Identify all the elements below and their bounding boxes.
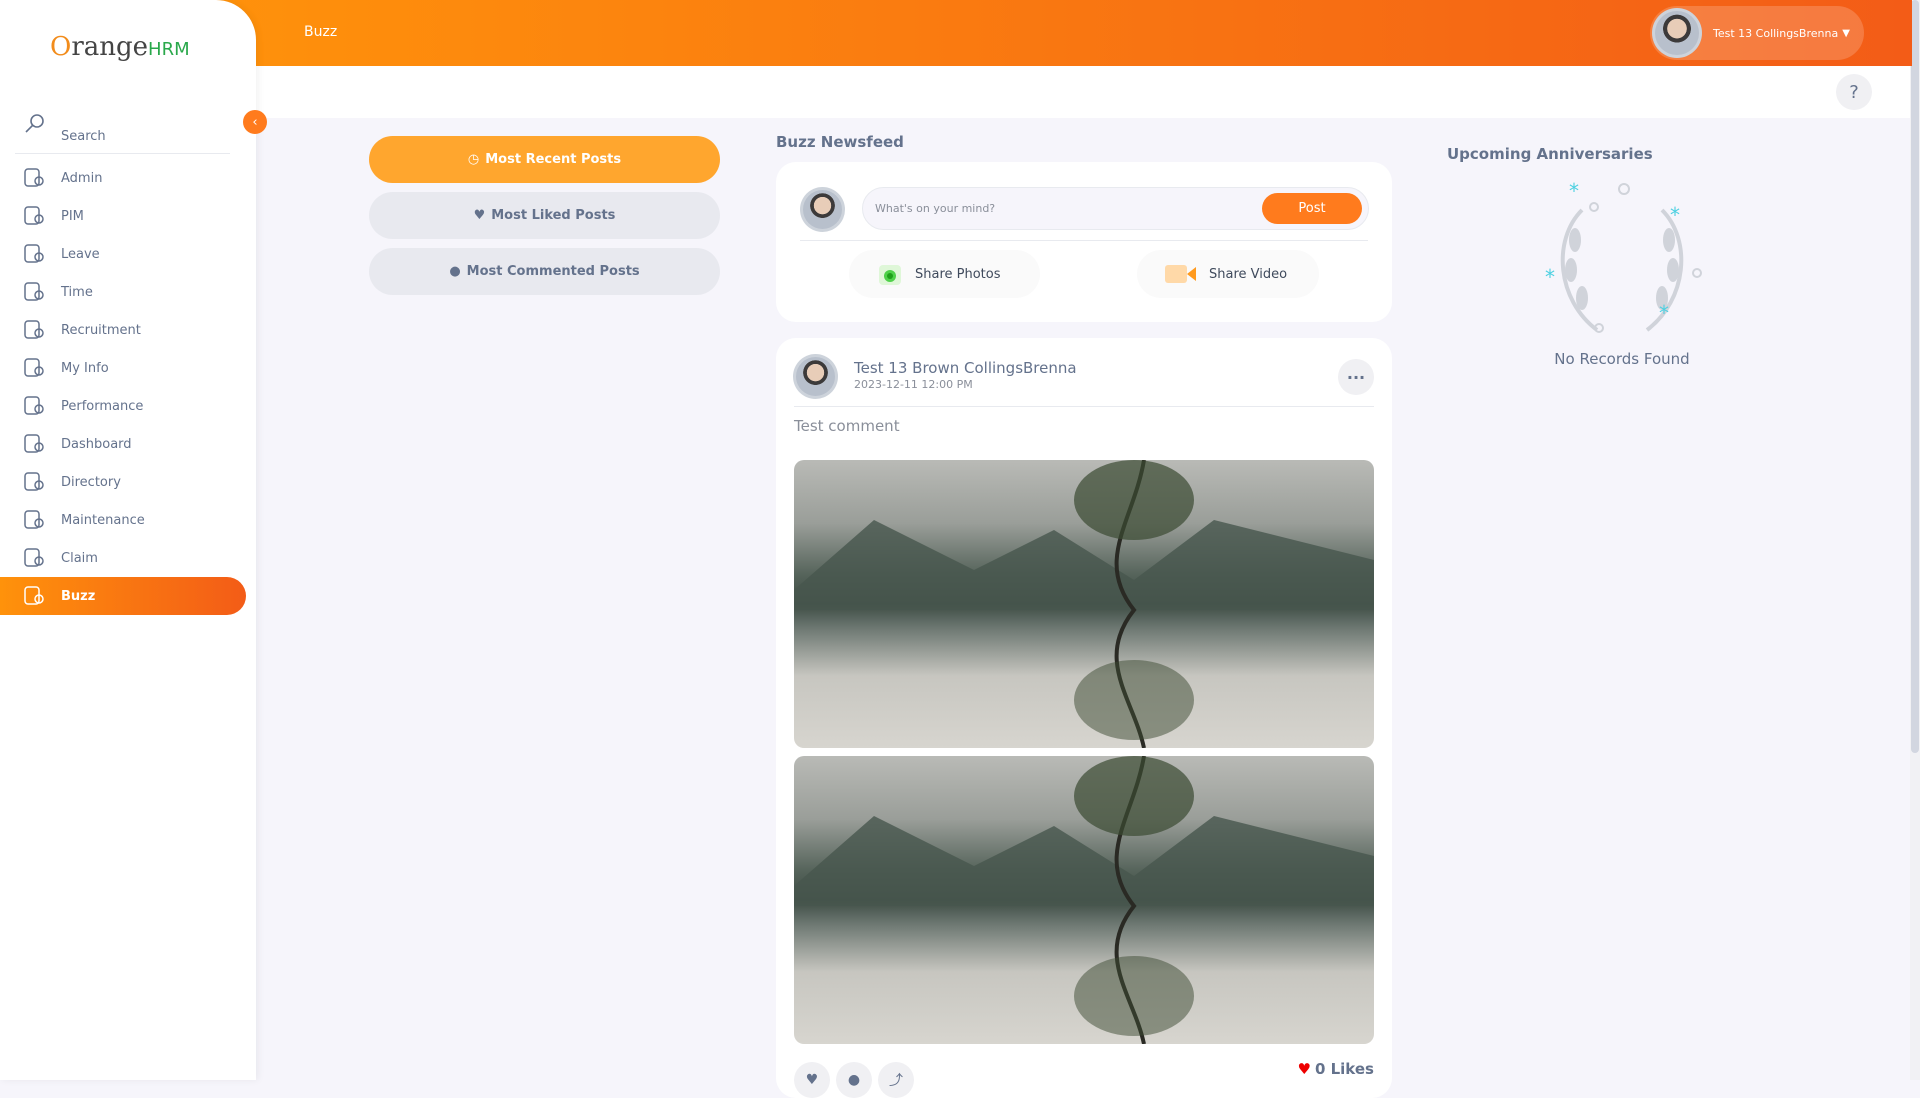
dashboard-icon: [24, 434, 44, 453]
post-input[interactable]: What's on your mind? Post: [862, 187, 1369, 230]
share-photos-button[interactable]: Share Photos: [849, 250, 1040, 298]
comment-icon: ●: [449, 264, 461, 279]
sidebar-item-buzz[interactable]: Buzz: [0, 577, 246, 615]
camera-icon: [879, 265, 901, 285]
author-avatar: [793, 354, 838, 399]
sidebar-item-recruitment[interactable]: Recruitment: [0, 311, 246, 349]
comment-icon: ●: [847, 1072, 861, 1088]
comment-button[interactable]: ●: [836, 1062, 872, 1098]
svg-text:*: *: [1569, 180, 1579, 203]
page-title: Buzz: [304, 24, 338, 40]
laurel-icon: * * * *: [1545, 180, 1702, 333]
recruitment-icon: [24, 320, 44, 339]
share-button[interactable]: ⤴: [878, 1062, 914, 1098]
divider: [794, 406, 1374, 407]
sidebar-item-dashboard[interactable]: Dashboard: [0, 425, 246, 463]
video-icon: [1165, 265, 1196, 283]
sidebar-item-admin[interactable]: Admin: [0, 159, 246, 197]
svg-text:*: *: [1670, 203, 1680, 227]
avatar: [800, 187, 845, 232]
leave-icon: [24, 244, 44, 263]
sidebar-item-claim[interactable]: Claim: [0, 539, 246, 577]
claim-icon: [24, 548, 44, 567]
likes-count: ♥ 0 Likes: [1297, 1060, 1375, 1078]
clock-icon: ◷: [467, 152, 480, 167]
orangehrm-logo[interactable]: OrangeHRM: [50, 32, 190, 62]
post-filters: ◷ Most Recent Posts ♥ Most Liked Posts ● Most…: [369, 136, 720, 304]
filter-most-commented-posts[interactable]: ● Most Commented Posts: [369, 248, 720, 295]
scrollbar-thumb[interactable]: [1911, 0, 1919, 753]
post-composer: What's on your mind? Post Share Photos S…: [776, 162, 1392, 322]
sidebar-item-performance[interactable]: Performance: [0, 387, 246, 425]
post-text: Test comment: [794, 417, 900, 435]
user-name: Test 13 CollingsBrenna: [1713, 26, 1839, 40]
sidebar-item-my-info[interactable]: My Info: [0, 349, 246, 387]
heart-icon: ♥: [805, 1072, 819, 1088]
scrollbar[interactable]: [1910, 0, 1920, 1080]
more-icon: ···: [1346, 367, 1366, 387]
post-actions: ♥ ● ⤴: [794, 1062, 914, 1098]
sidebar-item-time[interactable]: Time: [0, 273, 246, 311]
maintenance-icon: [24, 510, 44, 529]
post-image[interactable]: [794, 460, 1374, 748]
filter-most-liked-posts[interactable]: ♥ Most Liked Posts: [369, 192, 720, 239]
caret-down-icon: ▼: [1842, 27, 1850, 39]
anniversaries-title: Upcoming Anniversaries: [1447, 145, 1653, 163]
my-info-icon: [24, 358, 44, 377]
time-icon: [24, 282, 44, 301]
top-bar: Buzz Test 13 CollingsBrenna ▼: [200, 0, 1912, 66]
share-video-button[interactable]: Share Video: [1137, 250, 1319, 298]
share-icon: ⤴: [889, 1073, 903, 1089]
post-date: 2023-12-11 12:00 PM: [854, 378, 973, 391]
avatar: [1652, 8, 1702, 58]
post-image[interactable]: [794, 756, 1374, 1044]
newsfeed-title: Buzz Newsfeed: [776, 133, 904, 151]
post-button[interactable]: Post: [1262, 193, 1362, 224]
post-author: Test 13 Brown CollingsBrenna: [854, 359, 1077, 377]
svg-text:*: *: [1659, 301, 1669, 325]
user-dropdown[interactable]: Test 13 CollingsBrenna ▼: [1650, 6, 1864, 60]
search-icon: [25, 114, 44, 133]
sidebar-item-directory[interactable]: Directory: [0, 463, 246, 501]
post-options-button[interactable]: ···: [1338, 359, 1374, 395]
admin-icon: [24, 168, 44, 187]
help-button[interactable]: ?: [1836, 74, 1872, 110]
sidebar-search[interactable]: Search: [15, 108, 230, 154]
sidebar-item-leave[interactable]: Leave: [0, 235, 246, 273]
sidebar-item-pim[interactable]: PIM: [0, 197, 246, 235]
filter-most-recent-posts[interactable]: ◷ Most Recent Posts: [369, 136, 720, 183]
post-card: Test 13 Brown CollingsBrenna 2023-12-11 …: [776, 338, 1392, 1098]
performance-icon: [24, 396, 44, 415]
divider: [800, 240, 1368, 241]
pim-icon: [24, 206, 44, 225]
no-records-text: No Records Found: [1554, 350, 1690, 368]
collapse-sidebar-button[interactable]: ‹: [243, 110, 267, 134]
heart-icon: ♥: [1297, 1060, 1311, 1078]
sub-bar: ?: [256, 66, 1912, 118]
sidebar: OrangeHRM Search Admin PIM Leave Time Recrui…: [0, 0, 256, 1080]
heart-icon: ♥: [473, 208, 486, 223]
svg-text:*: *: [1545, 265, 1555, 289]
like-button[interactable]: ♥: [794, 1062, 830, 1098]
sidebar-item-maintenance[interactable]: Maintenance: [0, 501, 246, 539]
buzz-icon: [24, 586, 44, 605]
directory-icon: [24, 472, 44, 491]
